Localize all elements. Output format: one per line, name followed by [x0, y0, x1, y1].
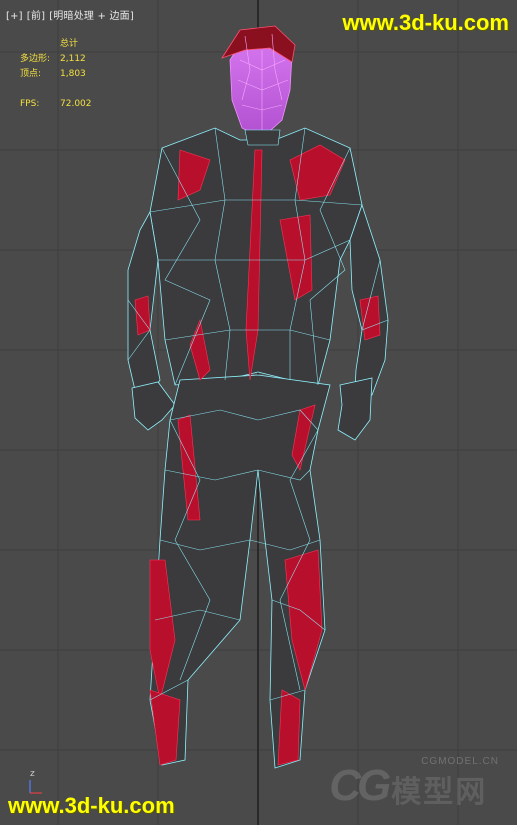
- cgmodel-logo: CG CGMODEL.CN 模型网: [329, 756, 499, 811]
- character-wireframe-model[interactable]: [0, 0, 517, 825]
- site-watermark-top: www.3d-ku.com: [342, 10, 509, 35]
- cg-logo-letters: CG: [329, 761, 391, 810]
- front-viewport[interactable]: [+] [前] [明暗处理 + 边面] 总计 多边形: 2,112 顶点: 1,803 …: [0, 0, 517, 825]
- viewport-shading-mode[interactable]: [明暗处理 + 边面]: [49, 11, 134, 22]
- axis-gizmo-icon: [29, 780, 42, 794]
- fps-label: FPS:: [20, 99, 40, 109]
- vertex-count-value: 1,803: [60, 69, 86, 79]
- right-hand: [337, 377, 373, 441]
- viewport-statistics: 总计 多边形: 2,112 顶点: 1,803 FPS: 72.002: [20, 37, 92, 112]
- viewport-view-name[interactable]: [前]: [27, 11, 45, 22]
- viewport-menu-plus[interactable]: [+]: [6, 11, 23, 22]
- left-hand: [131, 381, 176, 431]
- cg-logo-name: 模型网: [391, 775, 488, 810]
- poly-count-value: 2,112: [60, 54, 86, 64]
- vertex-count-label: 顶点:: [20, 69, 42, 79]
- viewport-label[interactable]: [+] [前] [明暗处理 + 边面]: [6, 7, 138, 22]
- fps-value: 72.002: [60, 99, 92, 109]
- stats-total-label: 总计: [60, 39, 79, 49]
- cg-logo-domain: CGMODEL.CN: [421, 756, 499, 767]
- poly-count-label: 多边形:: [20, 54, 51, 64]
